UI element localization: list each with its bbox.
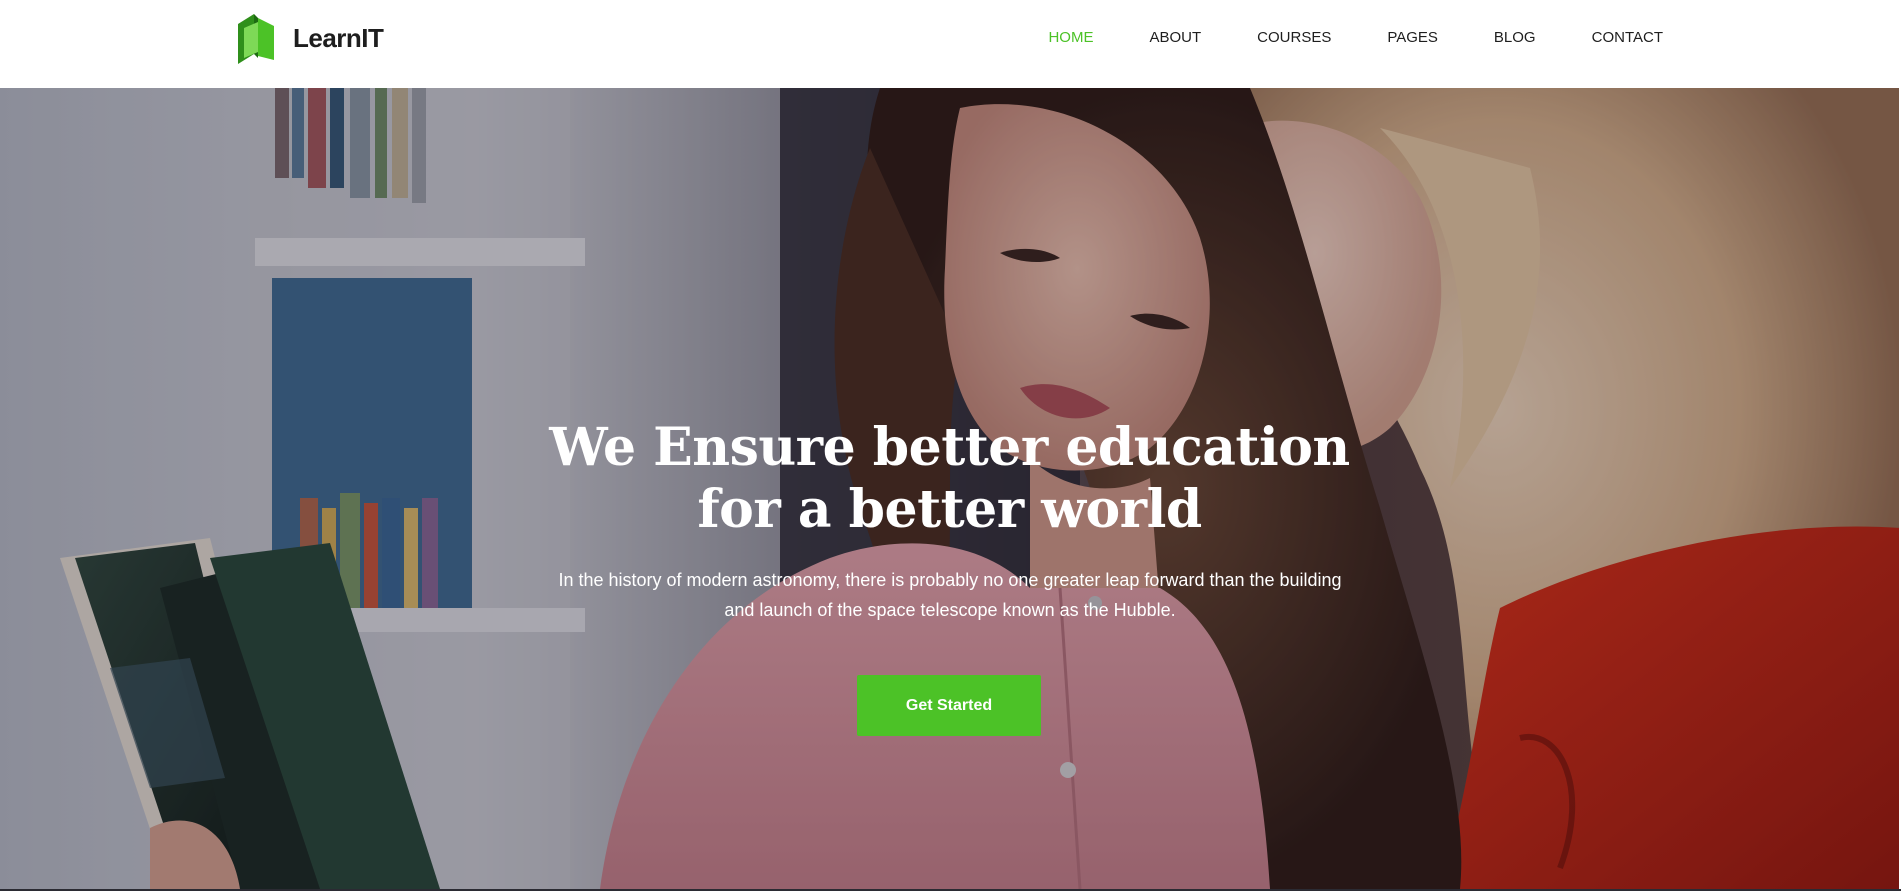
main-nav: HOME ABOUT COURSES PAGES BLOG CONTACT: [1048, 28, 1663, 48]
brand-name: LearnIT: [293, 22, 384, 53]
nav-blog[interactable]: BLOG: [1494, 28, 1536, 48]
hero-title-line1: We Ensure better education: [549, 417, 1350, 478]
hero-title-line2: for a better world: [697, 479, 1202, 540]
nav-home[interactable]: HOME: [1048, 28, 1093, 48]
hero-title: We Ensure better education for a better …: [0, 417, 1899, 541]
brand[interactable]: LearnIT: [236, 12, 384, 64]
hero-description: In the history of modern astronomy, ther…: [558, 570, 1342, 620]
nav-contact[interactable]: CONTACT: [1592, 28, 1663, 48]
nav-about[interactable]: ABOUT: [1149, 28, 1201, 48]
hero-content: We Ensure better education for a better …: [0, 88, 1899, 889]
nav-pages[interactable]: PAGES: [1387, 28, 1438, 48]
site-header: LearnIT HOME ABOUT COURSES PAGES BLOG CO…: [0, 0, 1901, 88]
get-started-button[interactable]: Get Started: [857, 675, 1041, 736]
nav-courses[interactable]: COURSES: [1257, 28, 1331, 48]
book-logo-icon: [238, 14, 274, 64]
